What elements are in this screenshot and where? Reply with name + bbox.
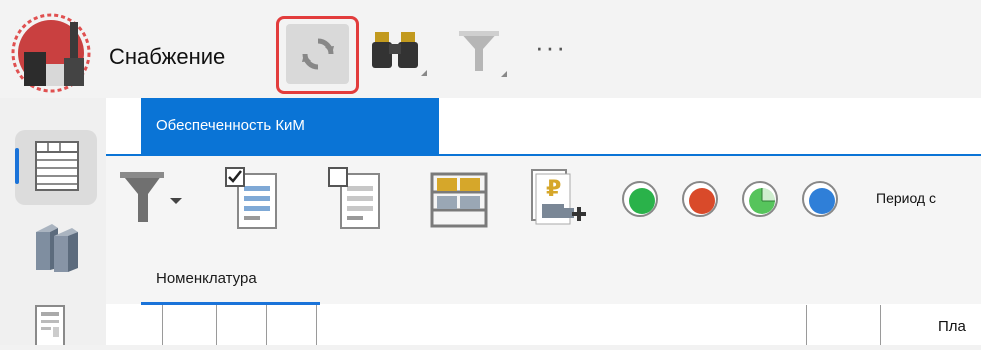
filter-dropdown-button[interactable] [118, 168, 190, 230]
uncheck-document-button[interactable] [325, 166, 387, 232]
check-document-button[interactable] [222, 166, 284, 232]
sidebar-selection-indicator [15, 148, 19, 184]
refresh-icon [286, 24, 349, 84]
sidebar-item-report[interactable] [34, 304, 82, 347]
grid-column-divider [880, 305, 881, 345]
ruble-delivery-icon: ₽ [531, 169, 586, 225]
more-menu-button[interactable]: ··· [535, 32, 567, 63]
status-red-button[interactable] [682, 181, 718, 217]
warehouse-button[interactable] [428, 168, 490, 230]
green-circle-icon [629, 188, 655, 214]
pie-circle-icon [749, 188, 775, 214]
funnel-icon [120, 172, 182, 222]
status-blue-button[interactable] [802, 181, 838, 217]
svg-text:₽: ₽ [546, 177, 561, 202]
grid-column-divider [162, 305, 163, 345]
books-icon [36, 224, 78, 272]
binoculars-search-button[interactable] [368, 22, 430, 84]
grid-column-header-plan[interactable]: Пла [938, 318, 966, 335]
sidebar-item-books[interactable] [28, 216, 88, 276]
period-from-label: Период с [876, 190, 936, 206]
shelves-icon [430, 172, 488, 228]
grid-column-divider [266, 305, 267, 345]
status-green-button[interactable] [622, 181, 658, 217]
grid-column-divider [806, 305, 807, 345]
subtab-nomenklatura[interactable]: Номенклатура [156, 270, 257, 287]
checked-list-icon [225, 167, 277, 229]
filter-funnel-button[interactable] [450, 22, 512, 84]
price-delivery-button[interactable]: ₽ [526, 164, 588, 232]
grid-column-divider [216, 305, 217, 345]
unchecked-list-icon [328, 167, 380, 229]
report-icon [35, 305, 65, 347]
app-logo [10, 12, 92, 94]
grid-header [106, 305, 981, 345]
table-icon [34, 140, 80, 197]
blue-circle-icon [809, 188, 835, 214]
app-title: Снабжение [109, 44, 226, 69]
grid-column-divider [316, 305, 317, 345]
status-partial-button[interactable] [742, 181, 778, 217]
tab-label: Обеспеченность КиМ [156, 117, 305, 134]
red-circle-icon [689, 188, 715, 214]
